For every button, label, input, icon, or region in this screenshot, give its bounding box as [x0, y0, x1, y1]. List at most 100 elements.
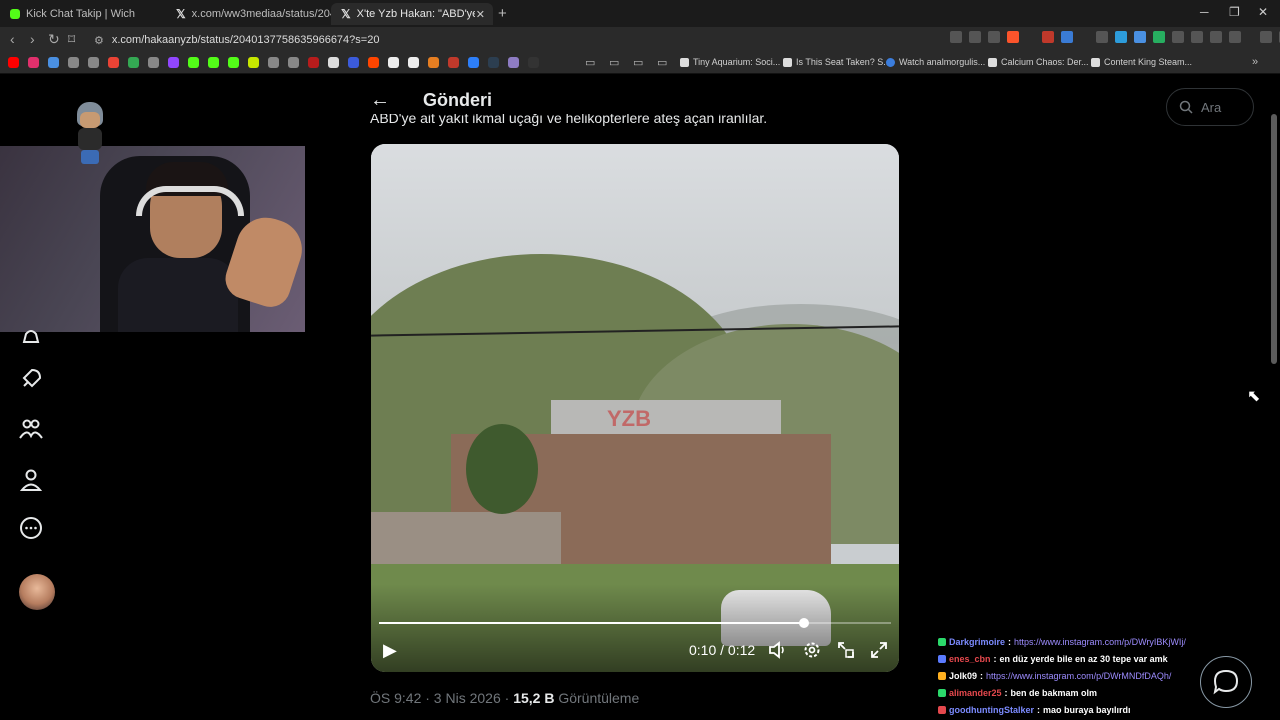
- anchor-icon[interactable]: [268, 57, 279, 68]
- bookmark-item[interactable]: Is This Seat Taken? S...: [783, 57, 891, 67]
- volume-icon[interactable]: [767, 640, 787, 660]
- chat-username: Darkgrimoire: [949, 636, 1006, 647]
- maximize-button[interactable]: ❐: [1229, 5, 1240, 19]
- tab-label: Kick Chat Takip | Wich: [26, 8, 136, 20]
- instagram-icon[interactable]: [28, 57, 39, 68]
- video-progress-bar[interactable]: [379, 618, 891, 628]
- chat-message: enes_cbn: en düz yerde bile en az 30 tepe…: [938, 650, 1238, 667]
- amazon-icon[interactable]: [408, 57, 419, 68]
- x-icon[interactable]: [328, 57, 339, 68]
- back-arrow-icon[interactable]: ←: [370, 89, 390, 112]
- chat-separator: :: [980, 670, 984, 681]
- youtube-icon[interactable]: [8, 57, 19, 68]
- folder-icon[interactable]: ▭: [657, 56, 667, 69]
- chat-message-text[interactable]: https://www.instagram.com/p/DWrMNDfDAQh/: [986, 671, 1171, 681]
- bookmark-item[interactable]: Content King Steam...: [1091, 57, 1192, 67]
- bookmark-icon[interactable]: [428, 57, 439, 68]
- search-input[interactable]: Ara: [1166, 88, 1254, 126]
- folder-icon[interactable]: ▭: [609, 56, 619, 69]
- new-tab-button[interactable]: +: [498, 5, 507, 22]
- address-bar[interactable]: ⚙ x.com/hakaanyzb/status/204013775863596…: [88, 30, 948, 50]
- fullscreen-icon[interactable]: [869, 640, 889, 660]
- bookmark-icon[interactable]: [528, 57, 539, 68]
- bookmark-icon[interactable]: [48, 57, 59, 68]
- music-icon[interactable]: [1260, 31, 1272, 43]
- tweet-video[interactable]: YZB ▶ 0:10 / 0:12: [371, 144, 899, 672]
- extension-icon[interactable]: [1042, 31, 1054, 43]
- sidebar-icon[interactable]: [1210, 31, 1222, 43]
- bookmark-icon[interactable]: [88, 57, 99, 68]
- extension-icon[interactable]: [1096, 31, 1108, 43]
- minimize-button[interactable]: ─: [1200, 5, 1209, 19]
- more-icon[interactable]: [18, 515, 44, 541]
- wallet-icon[interactable]: [1229, 31, 1241, 43]
- bookmark-item[interactable]: Calcium Chaos: Der...: [988, 57, 1089, 67]
- window-close-button[interactable]: ✕: [1258, 5, 1268, 19]
- tweet-timestamp[interactable]: ÖS 9:42 · 3 Nis 2026 ·: [370, 690, 513, 706]
- chat-username: Jolk09: [949, 670, 978, 681]
- kick-icon[interactable]: [228, 57, 239, 68]
- drive-icon[interactable]: [128, 57, 139, 68]
- communities-icon[interactable]: [18, 416, 44, 442]
- brave-shield-icon[interactable]: [1007, 31, 1019, 43]
- messages-button[interactable]: [1200, 656, 1252, 708]
- kick-icon[interactable]: [188, 57, 199, 68]
- rocket-icon[interactable]: [18, 366, 44, 392]
- chat-message: Jolk09: https://www.instagram.com/p/DWrMN…: [938, 667, 1238, 684]
- reload-icon[interactable]: ↻: [48, 31, 60, 48]
- site-info-icon[interactable]: ⚙: [94, 34, 104, 47]
- extension-icon[interactable]: [1061, 31, 1073, 43]
- gmail-icon[interactable]: [108, 57, 119, 68]
- bookmark-item[interactable]: Watch analmorgulis...: [886, 57, 985, 67]
- bookmark-icon[interactable]: [468, 57, 479, 68]
- extension-icon[interactable]: [1134, 31, 1146, 43]
- forward-icon[interactable]: ›: [30, 31, 35, 47]
- puzzle-icon[interactable]: [1191, 31, 1203, 43]
- picture-in-picture-icon[interactable]: [836, 640, 856, 660]
- bookmark-icon[interactable]: [288, 57, 299, 68]
- video-progress-knob[interactable]: [798, 618, 809, 628]
- bookmark-icon[interactable]: [388, 57, 399, 68]
- bookmark-icon[interactable]: [348, 57, 359, 68]
- browser-chrome: Kick Chat Takip | Wich 𝕏 x.com/ww3mediaa…: [0, 0, 1280, 74]
- bookmark-icon[interactable]: ⌑: [68, 31, 75, 48]
- folder-icon[interactable]: ▭: [585, 56, 595, 69]
- share-icon[interactable]: [988, 31, 1000, 43]
- bookmark-label: Tiny Aquarium: Soci...: [693, 57, 781, 67]
- close-icon[interactable]: ✕: [476, 8, 485, 21]
- bookmark-icon[interactable]: [248, 57, 259, 68]
- more-bookmarks-icon[interactable]: »: [1252, 56, 1258, 68]
- settings-icon[interactable]: [802, 640, 822, 660]
- bookmark-icon[interactable]: [148, 57, 159, 68]
- bookmark-icon[interactable]: [68, 57, 79, 68]
- stream-chat-overlay: Darkgrimoire: https://www.instagram.com/p…: [938, 633, 1238, 718]
- page-scrollbar[interactable]: [1271, 114, 1277, 364]
- extension-icon[interactable]: [1153, 31, 1165, 43]
- extension-icon[interactable]: [1115, 31, 1127, 43]
- reddit-icon[interactable]: [368, 57, 379, 68]
- back-icon[interactable]: ‹: [10, 31, 15, 47]
- twitch-icon[interactable]: [168, 57, 179, 68]
- bookmark-icon[interactable]: [488, 57, 499, 68]
- bookmark-icon[interactable]: [448, 57, 459, 68]
- profile-icon[interactable]: [18, 467, 44, 493]
- tab-x-status[interactable]: 𝕏 x.com/ww3mediaa/status/204012156: [166, 3, 331, 25]
- url-text: x.com/hakaanyzb/status/20401377586359666…: [111, 34, 380, 46]
- steam-icon: [988, 57, 997, 67]
- bookmark-icon[interactable]: [508, 57, 519, 68]
- bookmark-item[interactable]: Tiny Aquarium: Soci...: [680, 57, 780, 67]
- bookmark-icons: [8, 57, 539, 68]
- user-avatar[interactable]: [19, 574, 55, 610]
- play-button[interactable]: ▶: [383, 640, 397, 661]
- extension-icon[interactable]: [950, 31, 962, 43]
- chat-message-text[interactable]: https://www.instagram.com/p/DWryIBKjWIj/: [1014, 637, 1186, 647]
- extension-icon[interactable]: [1172, 31, 1184, 43]
- kick-icon[interactable]: [208, 57, 219, 68]
- tab-active-post[interactable]: 𝕏 X'te Yzb Hakan: "ABD'ye ait yakıt ✕: [331, 3, 493, 25]
- notifications-icon[interactable]: [18, 324, 44, 350]
- tab-kick-chat[interactable]: Kick Chat Takip | Wich: [0, 3, 165, 25]
- bookmark-icon[interactable]: [308, 57, 319, 68]
- zoom-icon[interactable]: [969, 31, 981, 43]
- folder-icon[interactable]: ▭: [633, 56, 643, 69]
- cursor-icon: ⬉: [1247, 388, 1261, 405]
